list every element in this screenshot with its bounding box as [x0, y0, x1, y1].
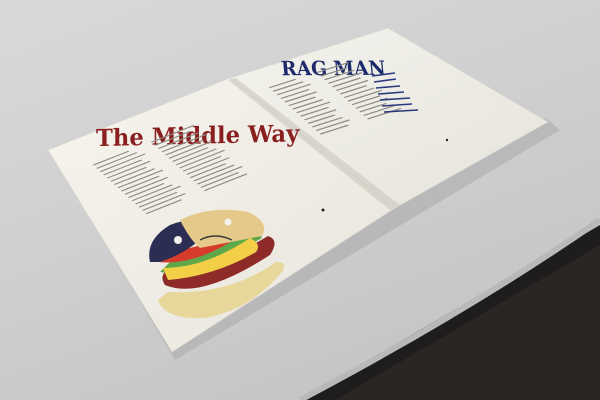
end-mark-left: [321, 208, 325, 212]
photo-canvas: The Middle Way RAG MAN: [47, 27, 600, 400]
photo-scene: The Middle Way RAG MAN: [0, 0, 600, 400]
end-mark-right: [445, 138, 449, 142]
